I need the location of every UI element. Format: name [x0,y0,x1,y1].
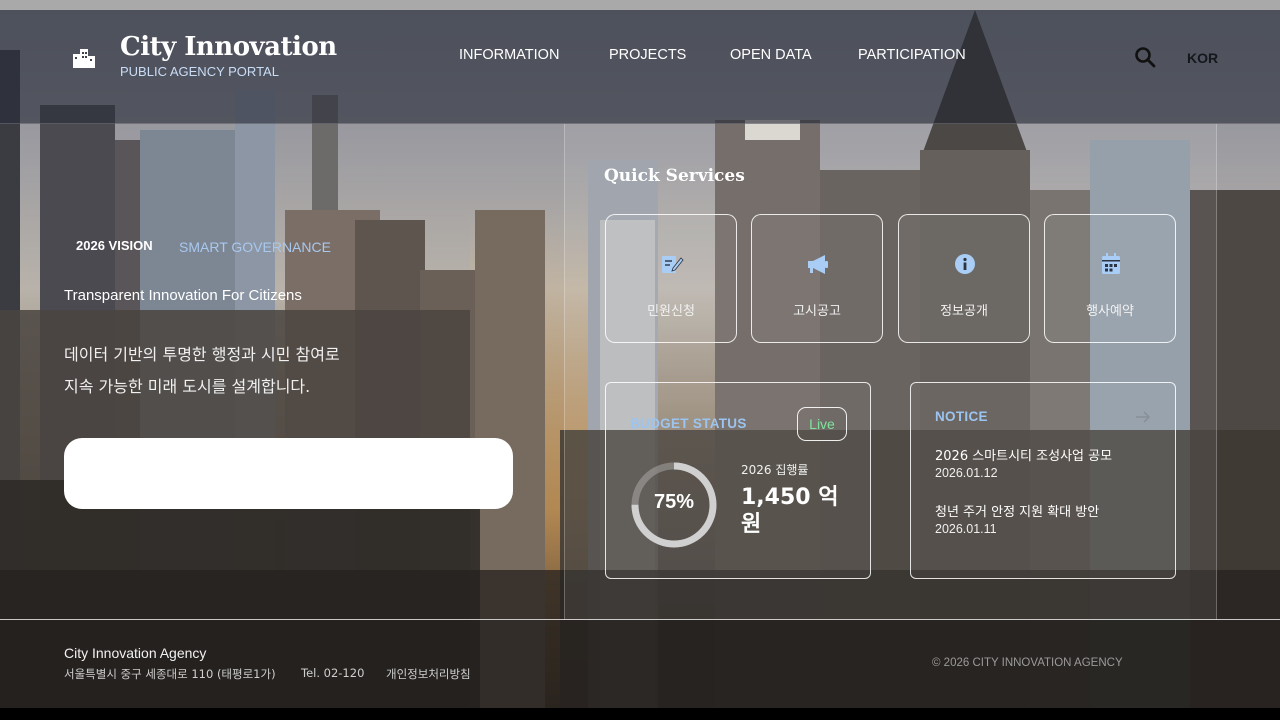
nav-projects[interactable]: PROJECTS [609,47,686,63]
hero-cta-button[interactable] [64,438,513,509]
service-label: 행사예약 [1086,304,1134,319]
nav-open-data[interactable]: OPEN DATA [730,47,812,63]
service-label: 민원신청 [647,304,695,319]
top-strip [0,0,1280,10]
service-info-disclosure[interactable]: 정보공개 [898,214,1030,343]
notice-label: NOTICE [935,409,988,424]
budget-status-label: BUDGET STATUS [630,416,747,431]
service-label: 고시공고 [793,304,841,319]
footer-agency-name: City Innovation Agency [64,645,207,661]
arrow-right-icon[interactable] [1135,410,1151,424]
footer-copyright: © 2026 CITY INNOVATION AGENCY [932,657,1123,669]
service-civil-petition[interactable]: 민원신청 [605,214,737,343]
hero-tag-vision: 2026 VISION [76,238,153,253]
execution-rate-label: 2026 집행률 [741,463,809,477]
brand-title[interactable]: City Innovation [120,32,337,62]
info-circle-icon [955,254,975,274]
footer-address: 서울특별시 중구 세종대로 110 (태평로1가) [64,667,276,681]
language-selector[interactable]: KOR [1187,50,1218,66]
nav-participation[interactable]: PARTICIPATION [858,47,966,63]
city-buildings-icon [73,49,95,68]
search-icon[interactable] [1134,46,1156,68]
hero-tag-smart-governance: SMART GOVERNANCE [179,239,331,255]
service-label: 정보공개 [940,304,988,319]
footer-privacy-link[interactable]: 개인정보처리방침 [386,666,471,682]
calendar-icon [1102,253,1120,274]
hero-description-line-2: 지속 가능한 미래 도시를 설계합니다. [64,377,311,396]
bottom-strip [0,708,1280,720]
notice-item-title[interactable]: 청년 주거 안정 지원 확대 방안 [935,501,1099,520]
footer-telephone: Tel. 02-120 [301,666,365,680]
service-event-booking[interactable]: 행사예약 [1044,214,1176,343]
edit-document-icon [662,256,684,273]
notice-item-title[interactable]: 2026 스마트시티 조성사업 공모 [935,445,1112,464]
notice-item-date: 2026.01.11 [935,522,997,536]
service-public-notice[interactable]: 고시공고 [751,214,883,343]
budget-percent: 75% [653,491,695,513]
notice-item-date: 2026.01.12 [935,466,998,480]
execution-amount: 1,450 억원 [741,485,839,537]
hero-subtitle: Transparent Innovation For Citizens [64,287,302,304]
hero-description: 데이터 기반의 투명한 행정과 시민 참여로 지속 가능한 미래 도시를 설계합… [64,339,444,403]
quick-services-title: Quick Services [604,166,745,186]
hero-description-line-1: 데이터 기반의 투명한 행정과 시민 참여로 [64,345,340,364]
megaphone-icon [808,255,828,274]
live-badge: Live [797,407,847,441]
brand-subtitle: PUBLIC AGENCY PORTAL [120,64,279,79]
nav-information[interactable]: INFORMATION [459,47,559,63]
